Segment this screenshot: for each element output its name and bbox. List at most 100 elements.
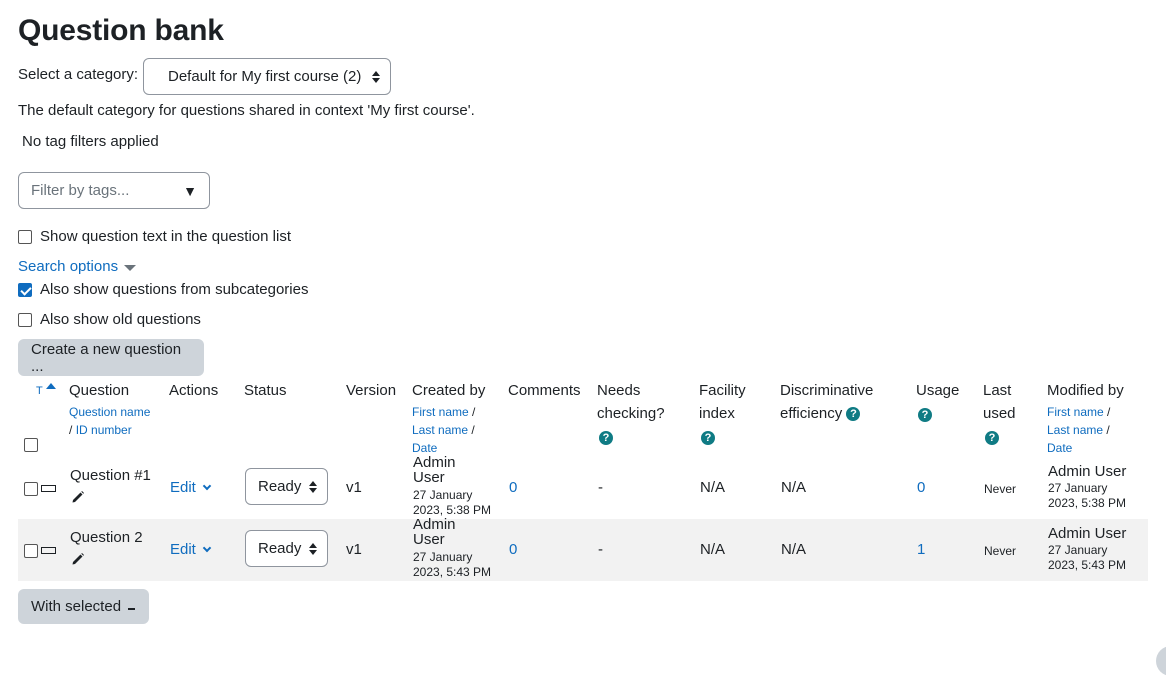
tag-filter-placeholder: Filter by tags... <box>31 182 130 199</box>
comments-link[interactable]: 0 <box>509 479 517 496</box>
status-select-value: Ready <box>258 540 302 557</box>
separator: / <box>472 405 476 419</box>
needs-checking-value: - <box>598 541 603 558</box>
needs-checking-header-line2: checking? <box>597 405 665 422</box>
last-used-value: Never <box>984 482 1017 496</box>
facility-header-line2: index <box>699 405 735 422</box>
sort-modified-first-name-group[interactable]: First name / <box>1047 403 1110 421</box>
comments-header: Comments <box>508 382 581 399</box>
search-options-label: Search options <box>18 258 119 275</box>
sort-created-first-name[interactable]: First name <box>412 405 469 419</box>
discriminative-value: N/A <box>781 541 807 558</box>
discriminative-value: N/A <box>781 479 807 496</box>
modified-by-name: Admin User <box>1048 463 1127 480</box>
sort-type-header[interactable]: T <box>36 380 56 403</box>
modified-by-name: Admin User <box>1048 525 1127 542</box>
sort-question-name[interactable]: Question name <box>69 403 150 421</box>
help-icon[interactable]: ? <box>846 407 861 422</box>
edit-menu-label: Edit <box>170 479 196 496</box>
category-select-value: Default for My first course (2) <box>168 68 362 85</box>
select-all-checkbox[interactable] <box>24 438 38 452</box>
created-date-line1: 27 January <box>413 550 473 564</box>
modified-date: 27 January 2023, 5:43 PM <box>1048 543 1126 573</box>
created-by-header: Created by <box>412 382 486 399</box>
category-select[interactable]: Default for My first course (2) <box>143 58 391 95</box>
subcategories-checkbox[interactable] <box>18 282 32 297</box>
sort-modified-last-name[interactable]: Last name <box>1047 423 1103 437</box>
discriminative-header-line1: Discriminative <box>780 382 874 399</box>
with-selected-label: With selected <box>31 598 122 615</box>
table-row: Question #1 Edit Ready v1 Admin User 27 … <box>18 455 1148 519</box>
create-question-button[interactable]: Create a new question ... <box>18 339 204 376</box>
select-updown-icon <box>372 70 380 83</box>
status-select-value: Ready <box>258 478 302 495</box>
sort-created-last-name[interactable]: Last name <box>412 423 468 437</box>
usage-header: Usage <box>916 382 960 399</box>
table-row: Question 2 Edit Ready v1 Admin User 27 J… <box>18 517 1148 581</box>
edit-menu[interactable]: Edit <box>170 479 212 496</box>
sort-id-number[interactable]: ID number <box>76 423 132 437</box>
collapse-icon <box>128 607 136 610</box>
version-header: Version <box>346 382 397 399</box>
sort-modified-first-name[interactable]: First name <box>1047 405 1104 419</box>
help-icon[interactable]: ? <box>985 431 999 445</box>
usage-link[interactable]: 1 <box>917 541 925 558</box>
discriminative-header-text: efficiency <box>780 405 843 422</box>
help-icon[interactable]: ? <box>701 431 715 445</box>
question-header: Question <box>69 382 130 399</box>
tag-filter-input[interactable]: Filter by tags... ▼ <box>18 172 210 209</box>
actions-header: Actions <box>169 382 219 399</box>
row-select-checkbox[interactable] <box>24 544 38 558</box>
version-value: v1 <box>346 541 362 558</box>
modified-date: 27 January 2023, 5:38 PM <box>1048 481 1126 511</box>
discriminative-header-line2: efficiency ? <box>780 402 861 425</box>
separator: / <box>1107 405 1111 419</box>
category-label: Select a category: <box>18 66 139 83</box>
usage-link[interactable]: 0 <box>917 479 925 496</box>
facility-value: N/A <box>700 541 726 558</box>
edit-menu-label: Edit <box>170 541 196 558</box>
needs-checking-header-line1: Needs <box>597 382 641 399</box>
created-date: 27 January 2023, 5:43 PM <box>413 550 491 580</box>
search-options-toggle[interactable]: Search options <box>18 258 137 275</box>
sort-created-first-name-group[interactable]: First name / <box>412 403 475 421</box>
modified-date-line2: 2023, 5:43 PM <box>1048 558 1127 572</box>
separator: / <box>1106 423 1110 437</box>
help-icon[interactable]: ? <box>918 408 932 422</box>
category-description: The default category for questions share… <box>18 102 475 119</box>
with-selected-button[interactable]: With selected <box>18 589 149 624</box>
modified-date-line1: 27 January <box>1048 481 1108 495</box>
pencil-icon[interactable] <box>71 490 85 504</box>
question-name: Question #1 <box>70 467 151 484</box>
status-select[interactable]: Ready <box>245 468 328 505</box>
old-questions-checkbox[interactable] <box>18 312 32 327</box>
created-by-last: User <box>413 531 445 548</box>
facility-value: N/A <box>700 479 726 496</box>
tag-filter-status: No tag filters applied <box>22 133 159 150</box>
sort-created-last-name-group[interactable]: Last name / <box>412 421 475 439</box>
old-questions-label: Also show old questions <box>40 311 201 328</box>
sort-asc-icon <box>45 383 56 389</box>
row-select-checkbox[interactable] <box>24 482 38 496</box>
created-by-last: User <box>413 469 445 486</box>
select-updown-icon <box>309 480 317 493</box>
status-select[interactable]: Ready <box>245 530 328 567</box>
sort-id-number-group[interactable]: / ID number <box>69 421 132 439</box>
pencil-icon[interactable] <box>71 552 85 566</box>
modified-by-header: Modified by <box>1047 382 1124 399</box>
subcategories-option[interactable]: Also show questions from subcategories <box>18 281 308 298</box>
caret-down-icon <box>124 264 137 271</box>
facility-header-line1: Facility <box>699 382 746 399</box>
show-question-text-option[interactable]: Show question text in the question list <box>18 228 291 245</box>
select-updown-icon <box>309 542 317 555</box>
edit-menu[interactable]: Edit <box>170 541 212 558</box>
sort-modified-last-name-group[interactable]: Last name / <box>1047 421 1110 439</box>
help-icon[interactable]: ? <box>599 431 613 445</box>
question-type-icon <box>41 547 56 554</box>
sort-modified-date[interactable]: Date <box>1047 439 1072 457</box>
show-question-text-checkbox[interactable] <box>18 229 32 244</box>
floating-action-icon[interactable] <box>1156 646 1166 676</box>
old-questions-option[interactable]: Also show old questions <box>18 311 201 328</box>
chevron-down-icon <box>202 481 212 491</box>
comments-link[interactable]: 0 <box>509 541 517 558</box>
